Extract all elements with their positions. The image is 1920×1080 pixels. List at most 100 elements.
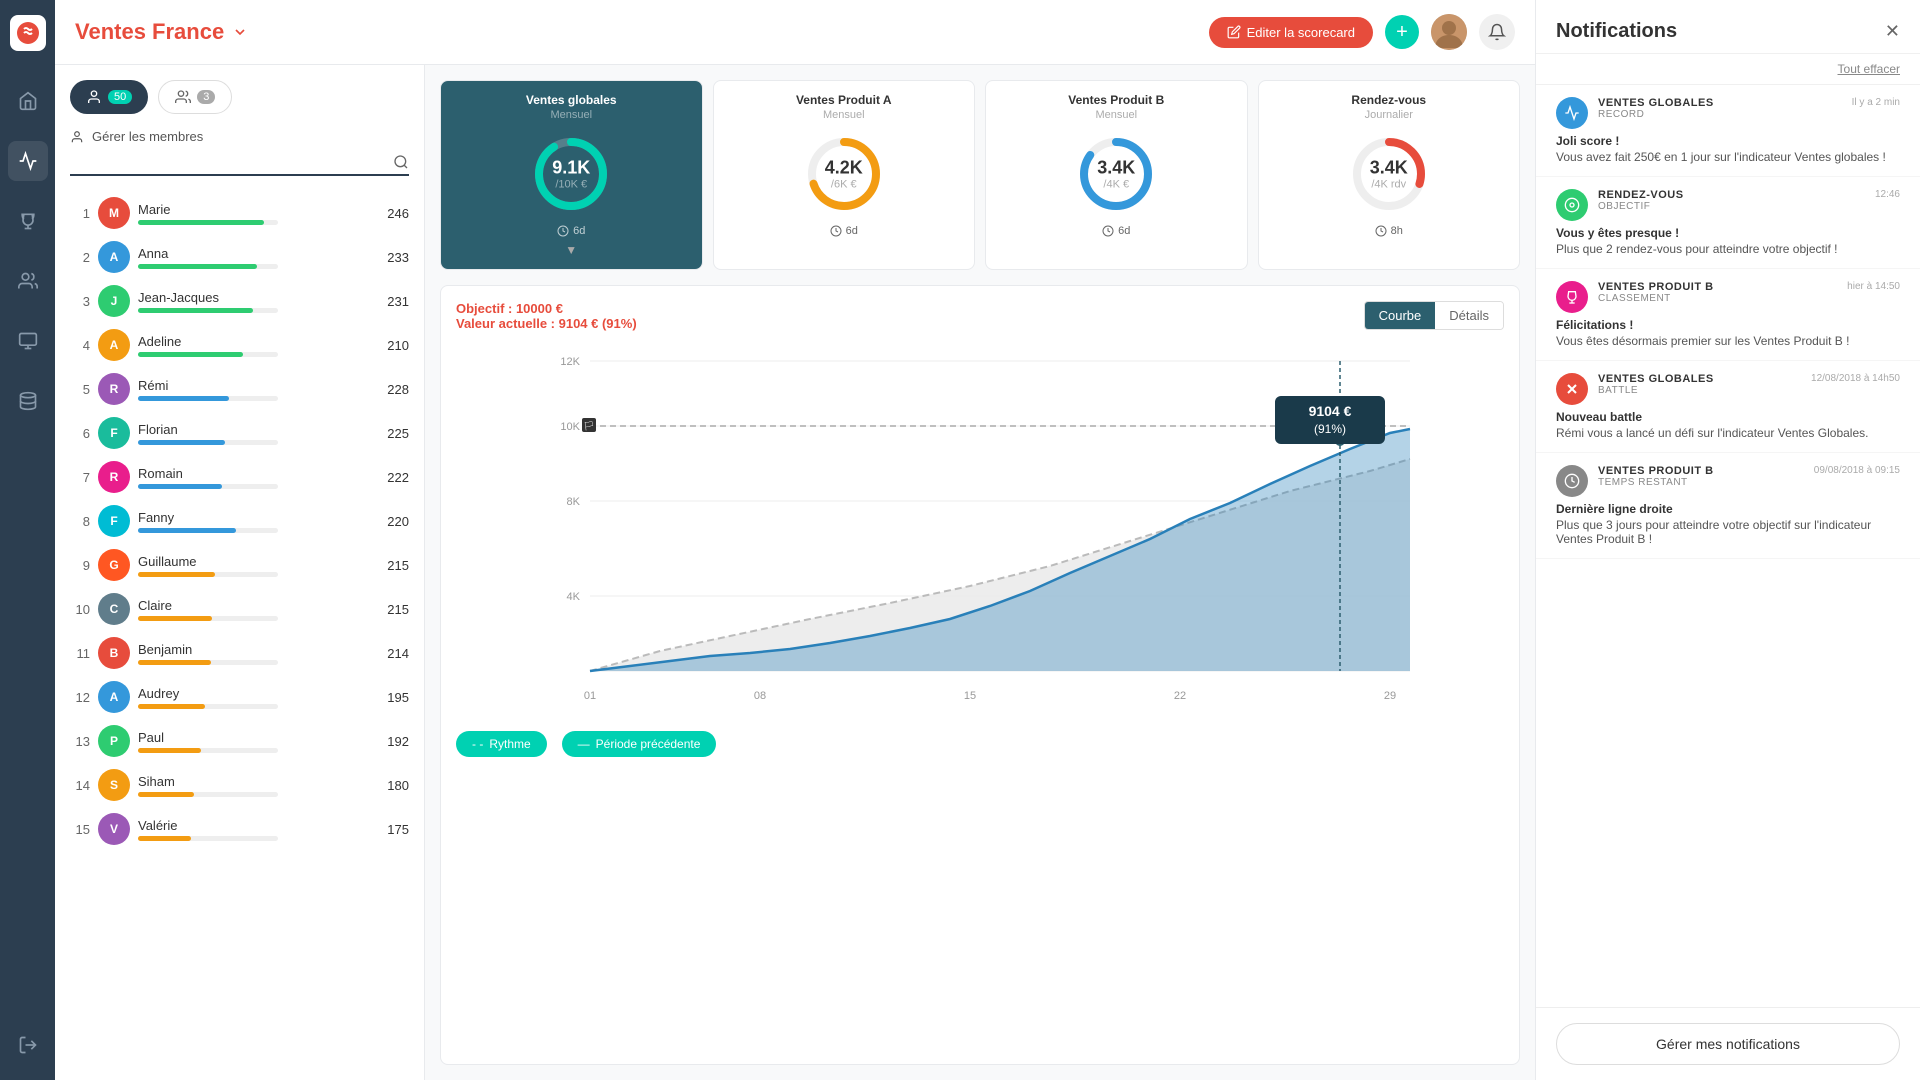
user-info: Jean-Jacques: [138, 290, 371, 313]
sidebar-item-logout[interactable]: [8, 1025, 48, 1065]
notifications-bell-button[interactable]: [1479, 14, 1515, 50]
user-name: Paul: [138, 730, 371, 745]
progress-bar-bg: [138, 660, 278, 665]
kpi-unit: /4K rdv: [1370, 179, 1408, 191]
chevron-down-icon[interactable]: [232, 24, 248, 40]
kpi-title: Ventes Produit A: [726, 93, 963, 107]
sidebar-item-trophy[interactable]: [8, 201, 48, 241]
rank-number: 15: [70, 822, 90, 837]
leaderboard-item[interactable]: 15 V Valérie 175: [70, 807, 409, 851]
notif-title: Notifications: [1556, 20, 1677, 43]
notif-type: BATTLE: [1598, 385, 1801, 396]
leaderboard-item[interactable]: 1 M Marie 246: [70, 191, 409, 235]
leaderboard-item[interactable]: 8 F Fanny 220: [70, 499, 409, 543]
leaderboard-item[interactable]: 10 C Claire 215: [70, 587, 409, 631]
clock-icon: [1102, 225, 1114, 237]
search-icon[interactable]: [393, 154, 409, 170]
user-info: Valérie: [138, 818, 371, 841]
notif-kpi-name: VENTES GLOBALES: [1598, 373, 1801, 385]
kpi-card-0[interactable]: Ventes globales Mensuel 9.1K /10K € 6d ▼: [440, 80, 703, 270]
header: Ventes France Editer la scorecard +: [55, 0, 1535, 65]
avatar[interactable]: [1431, 14, 1467, 50]
leaderboard-item[interactable]: 11 B Benjamin 214: [70, 631, 409, 675]
user-avatar: R: [98, 461, 130, 493]
manage-icon: [70, 130, 84, 144]
notif-close-button[interactable]: ✕: [1885, 21, 1900, 42]
notif-time: 12/08/2018 à 14h50: [1811, 373, 1900, 384]
groups-badge: 3: [197, 90, 215, 104]
leaderboard-item[interactable]: 9 G Guillaume 215: [70, 543, 409, 587]
leaderboard-item[interactable]: 5 R Rémi 228: [70, 367, 409, 411]
notif-time: Il y a 2 min: [1852, 97, 1900, 108]
progress-bar-fill: [138, 836, 191, 841]
kpi-expand[interactable]: ▼: [453, 243, 690, 257]
tab-courbe[interactable]: Courbe: [1365, 302, 1436, 329]
svg-text:8K: 8K: [567, 496, 581, 508]
svg-text:22: 22: [1174, 690, 1186, 702]
notifications-panel: Notifications ✕ Tout effacer VENTES GLOB…: [1535, 0, 1920, 1080]
search-input[interactable]: [70, 155, 393, 170]
current-value: 9104 € (91%): [559, 316, 637, 331]
svg-text:10K: 10K: [560, 421, 580, 433]
progress-bar-fill: [138, 396, 229, 401]
kpi-card-3[interactable]: Rendez-vous Journalier 3.4K /4K rdv 8h: [1258, 80, 1521, 270]
notif-clear-button[interactable]: Tout effacer: [1536, 54, 1920, 85]
kpi-title: Ventes Produit B: [998, 93, 1235, 107]
user-avatar: R: [98, 373, 130, 405]
rank-number: 8: [70, 514, 90, 529]
kpi-card-1[interactable]: Ventes Produit A Mensuel 4.2K /6K € 6d: [713, 80, 976, 270]
kpi-meta: 6d: [998, 225, 1235, 237]
leaderboard-item[interactable]: 13 P Paul 192: [70, 719, 409, 763]
notif-title-text: Félicitations !: [1556, 318, 1900, 332]
leaderboard-item[interactable]: 7 R Romain 222: [70, 455, 409, 499]
notif-title-text: Nouveau battle: [1556, 410, 1900, 424]
notif-kpi-name: VENTES GLOBALES: [1598, 97, 1842, 109]
user-name: Rémi: [138, 378, 371, 393]
notification-item[interactable]: VENTES GLOBALES BATTLE 12/08/2018 à 14h5…: [1536, 361, 1920, 453]
add-button[interactable]: +: [1385, 15, 1419, 49]
sidebar-item-chart[interactable]: [8, 141, 48, 181]
notification-item[interactable]: VENTES PRODUIT B CLASSEMENT hier à 14:50…: [1536, 269, 1920, 361]
user-score: 225: [379, 426, 409, 441]
edit-scorecard-button[interactable]: Editer la scorecard: [1209, 17, 1373, 48]
legend-rythme[interactable]: - - Rythme: [456, 731, 547, 757]
svg-text:08: 08: [754, 690, 766, 702]
app-logo[interactable]: [10, 15, 46, 51]
leaderboard-item[interactable]: 14 S Siham 180: [70, 763, 409, 807]
kpi-card-2[interactable]: Ventes Produit B Mensuel 3.4K /4K € 6d: [985, 80, 1248, 270]
manage-members-link[interactable]: Gérer les membres: [70, 129, 409, 144]
notification-item[interactable]: VENTES PRODUIT B TEMPS RESTANT 09/08/201…: [1536, 453, 1920, 559]
sidebar-item-home[interactable]: [8, 81, 48, 121]
user-name: Florian: [138, 422, 371, 437]
user-avatar: S: [98, 769, 130, 801]
tab-groups[interactable]: 3: [158, 80, 232, 114]
bell-icon: [1488, 23, 1506, 41]
progress-bar-bg: [138, 704, 278, 709]
kpi-meta: 6d: [453, 225, 690, 237]
tab-details[interactable]: Détails: [1435, 302, 1503, 329]
user-avatar: V: [98, 813, 130, 845]
notif-item-header: VENTES GLOBALES BATTLE 12/08/2018 à 14h5…: [1556, 373, 1900, 405]
sidebar-item-team[interactable]: [8, 261, 48, 301]
chart-tab-group: Courbe Détails: [1364, 301, 1504, 330]
notification-item[interactable]: VENTES GLOBALES RECORD Il y a 2 min Joli…: [1536, 85, 1920, 177]
leaderboard-item[interactable]: 12 A Audrey 195: [70, 675, 409, 719]
leaderboard-item[interactable]: 3 J Jean-Jacques 231: [70, 279, 409, 323]
leaderboard-item[interactable]: 2 A Anna 233: [70, 235, 409, 279]
progress-bar-fill: [138, 264, 257, 269]
user-avatar: J: [98, 285, 130, 317]
user-score: 215: [379, 558, 409, 573]
manage-notifications-button[interactable]: Gérer mes notifications: [1556, 1023, 1900, 1065]
kpi-value: 9.1K: [552, 158, 590, 179]
notification-item[interactable]: RENDEZ-VOUS OBJECTIF 12:46 Vous y êtes p…: [1536, 177, 1920, 269]
sidebar-item-database[interactable]: [8, 381, 48, 421]
progress-bar-bg: [138, 264, 278, 269]
legend-periode[interactable]: — Période précédente: [562, 731, 717, 757]
svg-text:4K: 4K: [567, 591, 581, 603]
leaderboard-item[interactable]: 6 F Florian 225: [70, 411, 409, 455]
tab-members[interactable]: 50: [70, 80, 148, 114]
sidebar-item-screen[interactable]: [8, 321, 48, 361]
rank-number: 11: [70, 646, 90, 661]
leaderboard-item[interactable]: 4 A Adeline 210: [70, 323, 409, 367]
right-panel: Ventes globales Mensuel 9.1K /10K € 6d ▼…: [425, 65, 1535, 1080]
